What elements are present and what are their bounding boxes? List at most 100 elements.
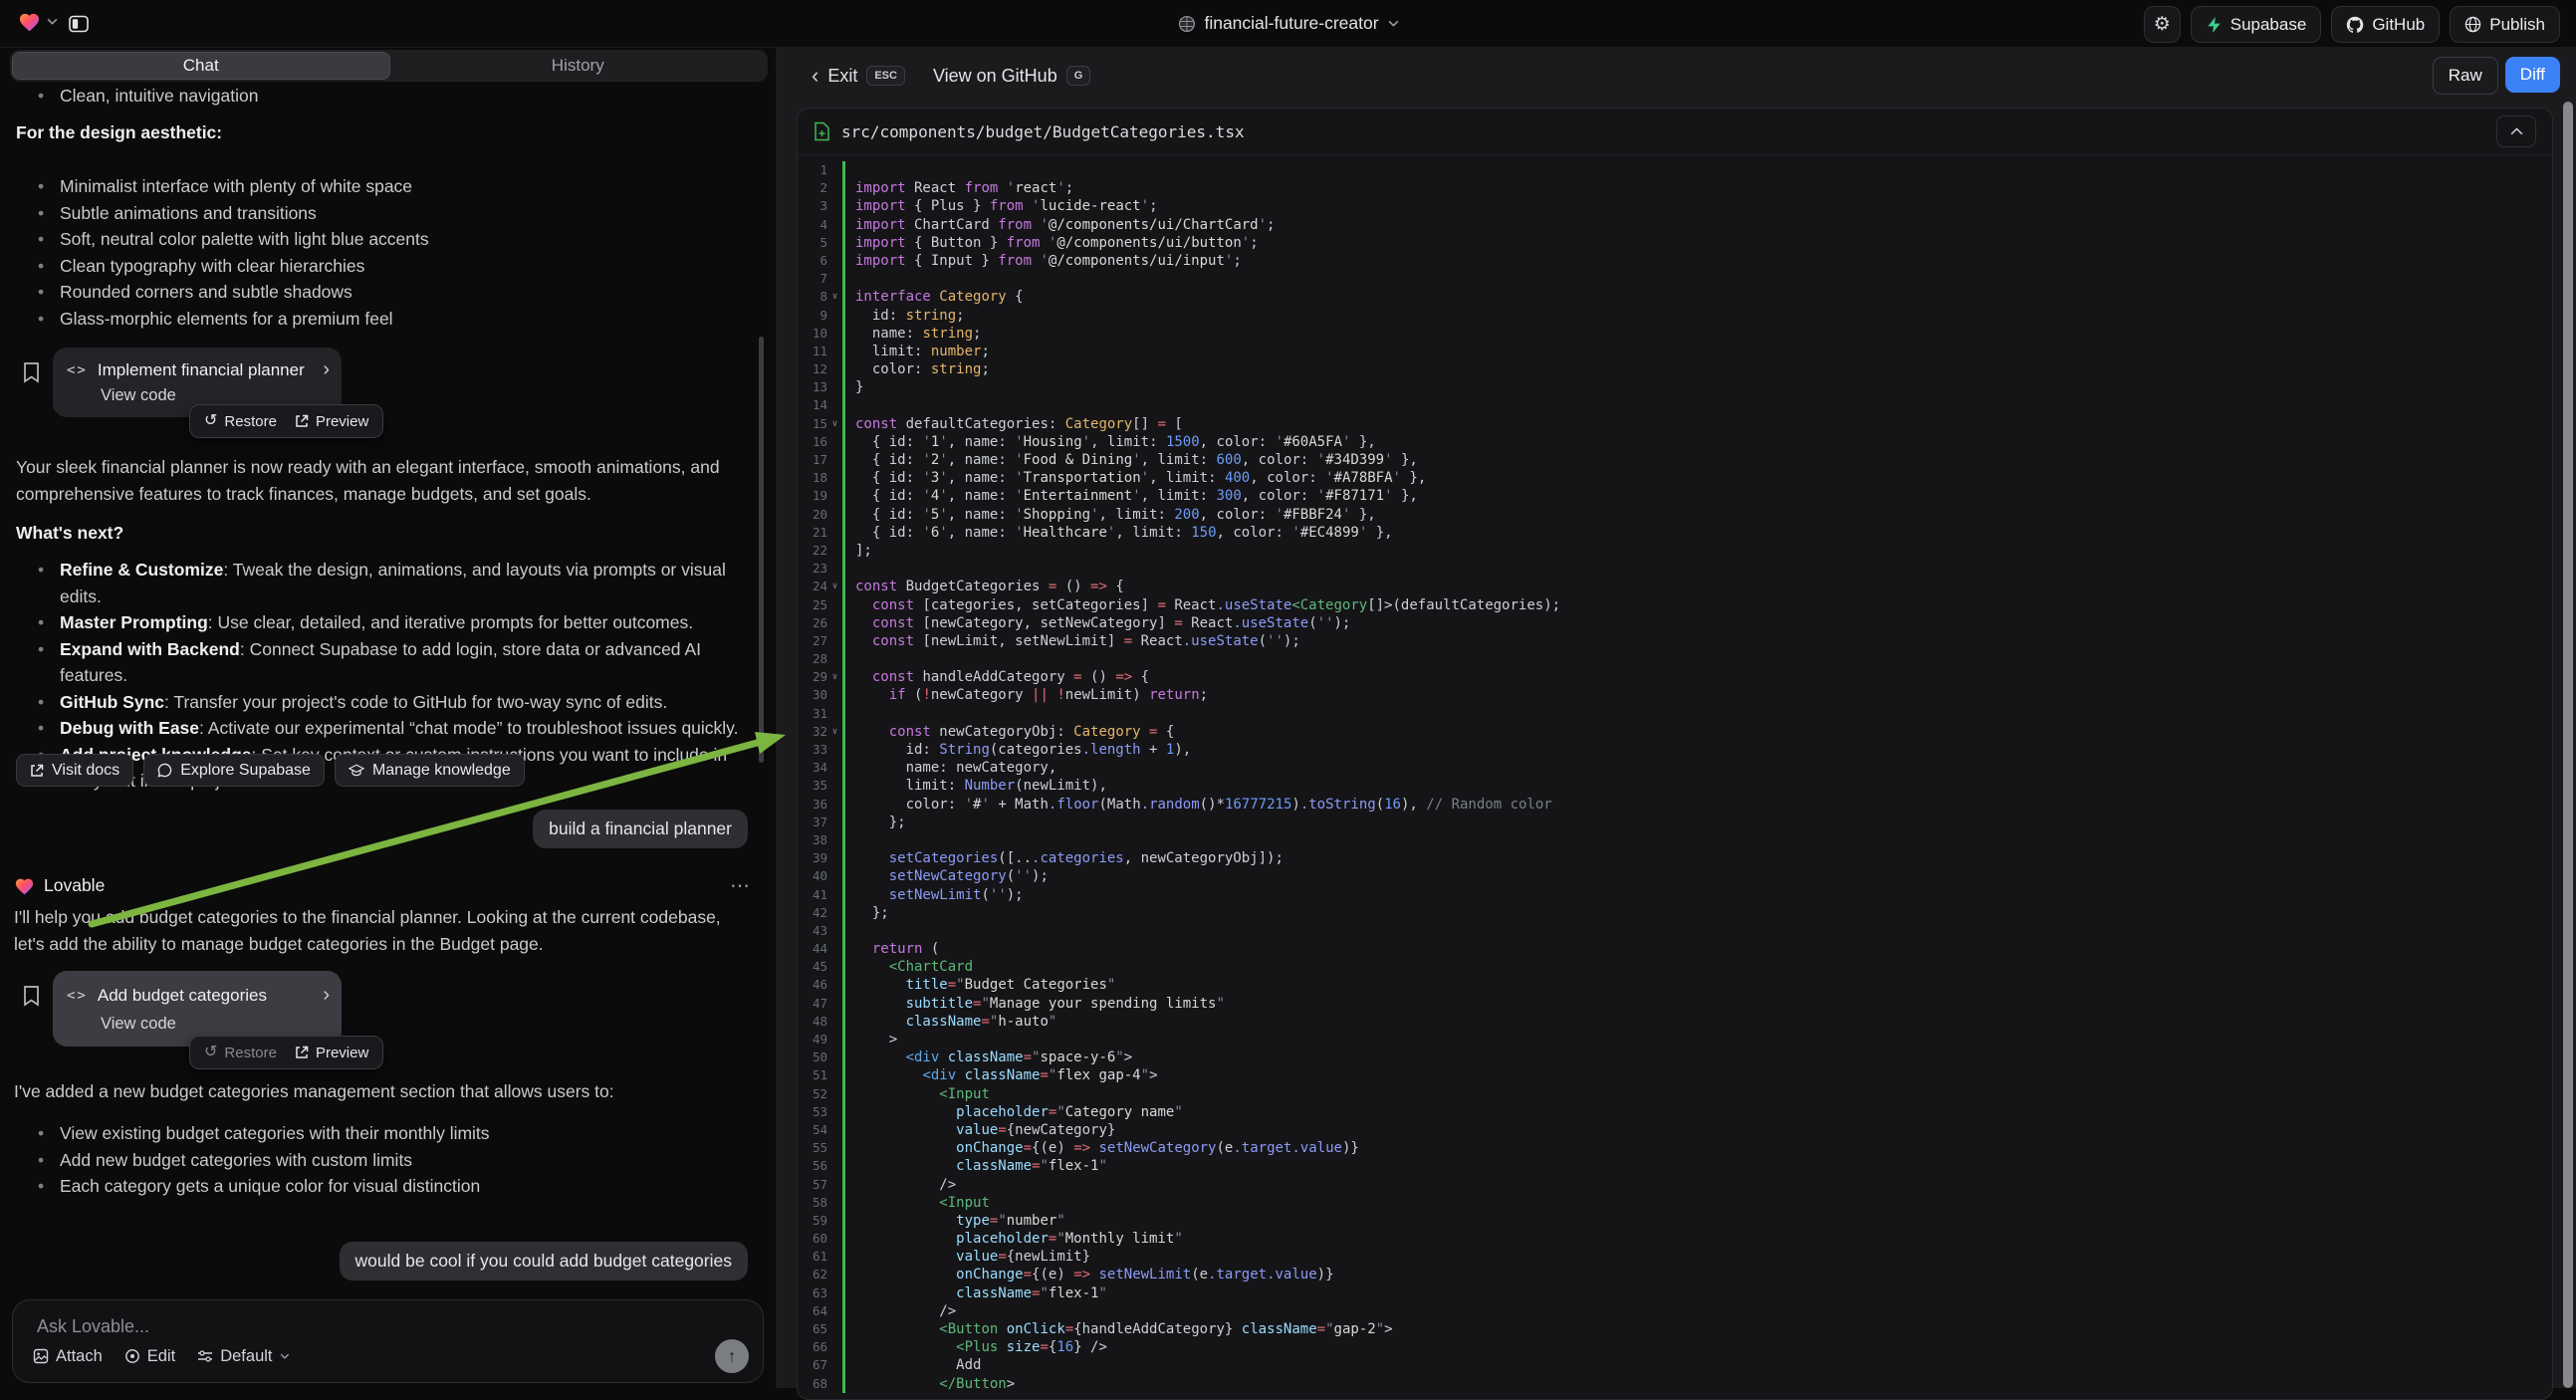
view-code-link[interactable]: View code bbox=[101, 386, 176, 405]
code-line: 38 bbox=[798, 831, 2552, 849]
list-item: Master Prompting: Use clear, detailed, a… bbox=[34, 609, 766, 636]
code-line: 18 { id: '3', name: 'Transportation', li… bbox=[798, 469, 2552, 487]
publish-button[interactable]: Publish bbox=[2450, 6, 2560, 43]
code-line: 27 const [newLimit, setNewLimit] = React… bbox=[798, 632, 2552, 650]
chevron-right-icon[interactable]: › bbox=[323, 358, 330, 381]
assistant-header: Lovable ⋯ bbox=[14, 873, 752, 898]
restore-button[interactable]: ↺ Restore bbox=[204, 413, 277, 430]
line-number: 11 bbox=[798, 343, 827, 360]
line-number: 1 bbox=[798, 161, 827, 179]
code-line: 7 bbox=[798, 270, 2552, 288]
project-title-dropdown[interactable]: financial-future-creator bbox=[1177, 0, 1398, 47]
settings-button[interactable]: ⚙ bbox=[2144, 6, 2181, 43]
fold-icon bbox=[827, 343, 842, 360]
fold-icon bbox=[827, 433, 842, 451]
fold-icon bbox=[827, 1375, 842, 1393]
top-bar: financial-future-creator ⚙ Supabase GitH… bbox=[0, 0, 2576, 48]
fold-icon bbox=[827, 1103, 842, 1121]
graduation-cap-icon bbox=[349, 764, 364, 778]
lovable-heart-icon bbox=[18, 11, 41, 32]
edit-button[interactable]: Edit bbox=[124, 1347, 175, 1366]
visit-docs-button[interactable]: Visit docs bbox=[16, 754, 133, 787]
fold-icon[interactable]: ∨ bbox=[827, 288, 842, 306]
sidebar-icon bbox=[68, 13, 90, 35]
fold-icon bbox=[827, 1194, 842, 1212]
sidebar-toggle-button[interactable] bbox=[64, 9, 94, 39]
diff-toggle-button[interactable]: Diff bbox=[2505, 57, 2560, 93]
raw-toggle-button[interactable]: Raw bbox=[2433, 57, 2498, 95]
line-number: 26 bbox=[798, 614, 827, 632]
line-number: 18 bbox=[798, 469, 827, 487]
fold-icon bbox=[827, 524, 842, 542]
code-line: 44 return ( bbox=[798, 940, 2552, 958]
manage-knowledge-button[interactable]: Manage knowledge bbox=[335, 754, 525, 787]
supabase-button[interactable]: Supabase bbox=[2191, 6, 2322, 43]
code-line: 26 const [newCategory, setNewCategory] =… bbox=[798, 614, 2552, 632]
preview-button[interactable]: Preview bbox=[295, 1045, 368, 1061]
line-number: 37 bbox=[798, 814, 827, 831]
chat-panel: Chat History Clean, intuitive navigation… bbox=[0, 47, 776, 1388]
fold-icon bbox=[827, 705, 842, 723]
view-code-link[interactable]: View code bbox=[101, 1015, 176, 1034]
version-toolbar: ↺ Restore Preview bbox=[189, 1036, 383, 1069]
code-line: 32∨ const newCategoryObj: Category = { bbox=[798, 723, 2552, 741]
preview-button[interactable]: Preview bbox=[295, 413, 368, 430]
code-line: 49 > bbox=[798, 1031, 2552, 1049]
exit-button[interactable]: ‹ Exit ESC bbox=[812, 63, 905, 89]
line-number: 24 bbox=[798, 578, 827, 595]
message-menu-button[interactable]: ⋯ bbox=[730, 873, 752, 898]
collapse-file-button[interactable] bbox=[2496, 116, 2536, 147]
sliders-icon bbox=[197, 1349, 213, 1363]
github-button[interactable]: GitHub bbox=[2331, 6, 2440, 43]
external-link-icon bbox=[295, 1046, 309, 1059]
restore-icon: ↺ bbox=[204, 413, 217, 429]
chat-scrollbar[interactable] bbox=[759, 337, 764, 763]
chat-composer[interactable]: Ask Lovable... Attach Edit Default ↑ bbox=[12, 1299, 764, 1383]
code-line: 10 name: string; bbox=[798, 325, 2552, 343]
mode-select[interactable]: Default bbox=[197, 1347, 289, 1366]
line-number: 39 bbox=[798, 849, 827, 867]
line-number: 31 bbox=[798, 705, 827, 723]
code-line: 28 bbox=[798, 650, 2552, 668]
code-line: 1 bbox=[798, 161, 2552, 179]
send-button[interactable]: ↑ bbox=[715, 1339, 749, 1373]
view-on-github-button[interactable]: View on GitHub G bbox=[933, 66, 1090, 87]
chat-input[interactable]: Ask Lovable... bbox=[37, 1316, 739, 1337]
workspace-menu[interactable] bbox=[18, 11, 58, 32]
fold-icon bbox=[827, 777, 842, 795]
line-number: 25 bbox=[798, 596, 827, 614]
bookmark-icon[interactable] bbox=[22, 361, 41, 383]
target-icon bbox=[124, 1348, 140, 1364]
code-viewer-header: ‹ Exit ESC View on GitHub G Raw Diff bbox=[776, 47, 2576, 105]
fold-icon bbox=[827, 1248, 842, 1266]
assistant-name: Lovable bbox=[44, 875, 105, 896]
list-item: Soft, neutral color palette with light b… bbox=[34, 226, 766, 253]
restore-button[interactable]: ↺ Restore bbox=[204, 1045, 277, 1061]
code-line: 53 placeholder="Category name" bbox=[798, 1103, 2552, 1121]
fold-icon[interactable]: ∨ bbox=[827, 723, 842, 741]
github-icon bbox=[2346, 16, 2364, 34]
page-scrollbar[interactable] bbox=[2563, 102, 2573, 1388]
fold-icon bbox=[827, 1302, 842, 1320]
tab-chat[interactable]: Chat bbox=[12, 52, 390, 80]
code-line: 34 name: newCategory, bbox=[798, 759, 2552, 777]
file-diff-card: src/components/budget/BudgetCategories.t… bbox=[797, 108, 2553, 1400]
raw-diff-toggle: Raw Diff bbox=[2433, 57, 2560, 95]
explore-supabase-button[interactable]: Explore Supabase bbox=[143, 754, 325, 787]
user-message-bubble: build a financial planner bbox=[533, 810, 748, 848]
fold-icon[interactable]: ∨ bbox=[827, 415, 842, 433]
line-number: 8 bbox=[798, 288, 827, 306]
tab-history[interactable]: History bbox=[390, 52, 767, 80]
image-icon bbox=[33, 1348, 49, 1364]
code-line: 65 <Button onClick={handleAddCategory} c… bbox=[798, 1320, 2552, 1338]
fold-icon[interactable]: ∨ bbox=[827, 578, 842, 595]
line-number: 35 bbox=[798, 777, 827, 795]
chevron-right-icon[interactable]: › bbox=[323, 984, 330, 1007]
line-number: 52 bbox=[798, 1085, 827, 1103]
attach-button[interactable]: Attach bbox=[33, 1347, 103, 1366]
line-number: 50 bbox=[798, 1049, 827, 1066]
fold-icon[interactable]: ∨ bbox=[827, 668, 842, 686]
bookmark-icon[interactable] bbox=[22, 985, 41, 1007]
file-header[interactable]: src/components/budget/BudgetCategories.t… bbox=[798, 109, 2552, 155]
fold-icon bbox=[827, 325, 842, 343]
